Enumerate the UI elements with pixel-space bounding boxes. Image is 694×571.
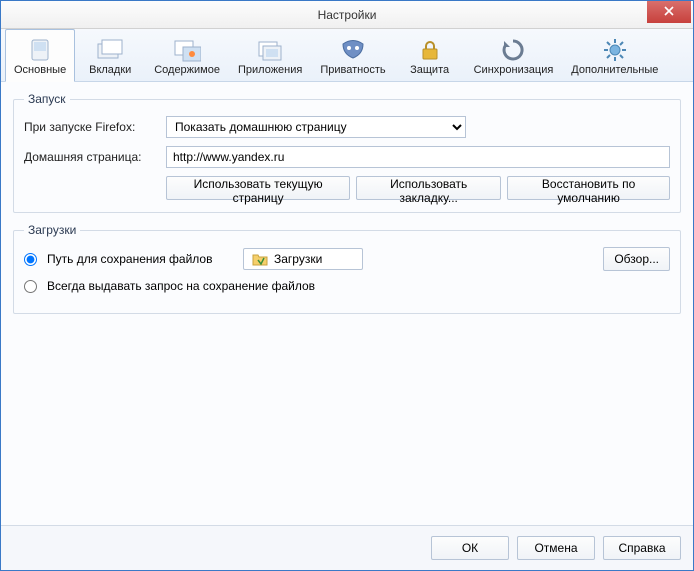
- downloads-legend: Загрузки: [24, 223, 80, 237]
- use-bookmark-button[interactable]: Использовать закладку...: [356, 176, 501, 200]
- always-ask-row: Всегда выдавать запрос на сохранение фай…: [24, 279, 670, 293]
- tab-label: Синхронизация: [474, 64, 554, 76]
- gear-icon: [599, 36, 631, 64]
- always-ask-radio[interactable]: [24, 280, 37, 293]
- tab-strip: Основные Вкладки Содержимое Приложения П…: [1, 29, 693, 82]
- tab-label: Вкладки: [89, 64, 131, 76]
- startup-legend: Запуск: [24, 92, 70, 106]
- startup-group: Запуск При запуске Firefox: Показать дом…: [13, 92, 681, 213]
- tab-label: Дополнительные: [571, 64, 658, 76]
- tab-label: Основные: [14, 64, 66, 76]
- tab-label: Защита: [410, 64, 449, 76]
- downloads-group: Загрузки Путь для сохранения файлов Загр…: [13, 223, 681, 314]
- tab-privacy[interactable]: Приватность: [311, 29, 394, 81]
- homepage-label: Домашняя страница:: [24, 150, 160, 164]
- tab-security[interactable]: Защита: [395, 29, 465, 81]
- restore-default-button[interactable]: Восстановить по умолчанию: [507, 176, 670, 200]
- ok-button[interactable]: ОК: [431, 536, 509, 560]
- startup-mode-row: При запуске Firefox: Показать домашнюю с…: [24, 116, 670, 138]
- tab-advanced[interactable]: Дополнительные: [562, 29, 667, 81]
- homepage-buttons: Использовать текущую страницу Использова…: [166, 176, 670, 200]
- close-button[interactable]: [647, 1, 691, 23]
- startup-mode-select[interactable]: Показать домашнюю страницу: [166, 116, 466, 138]
- tab-sync[interactable]: Синхронизация: [465, 29, 563, 81]
- mask-icon: [337, 36, 369, 64]
- folder-icon: [252, 251, 268, 267]
- homepage-input[interactable]: [166, 146, 670, 168]
- startup-mode-label: При запуске Firefox:: [24, 120, 160, 134]
- tab-content[interactable]: Содержимое: [145, 29, 229, 81]
- tab-general[interactable]: Основные: [5, 29, 75, 82]
- applications-icon: [254, 36, 286, 64]
- save-to-label: Путь для сохранения файлов: [47, 252, 237, 266]
- tab-tabs[interactable]: Вкладки: [75, 29, 145, 81]
- sync-icon: [497, 36, 529, 64]
- window-title: Настройки: [1, 8, 693, 22]
- save-to-row: Путь для сохранения файлов Загрузки Обзо…: [24, 247, 670, 271]
- always-ask-label: Всегда выдавать запрос на сохранение фай…: [47, 279, 315, 293]
- dialog-footer: ОК Отмена Справка: [1, 525, 693, 570]
- tab-label: Приложения: [238, 64, 302, 76]
- general-icon: [24, 36, 56, 64]
- cancel-button[interactable]: Отмена: [517, 536, 595, 560]
- save-to-path: Загрузки: [243, 248, 363, 270]
- save-to-path-text: Загрузки: [274, 252, 322, 266]
- general-panel: Запуск При запуске Firefox: Показать дом…: [1, 82, 693, 525]
- homepage-row: Домашняя страница:: [24, 146, 670, 168]
- browse-button[interactable]: Обзор...: [603, 247, 670, 271]
- tab-applications[interactable]: Приложения: [229, 29, 311, 81]
- help-button[interactable]: Справка: [603, 536, 681, 560]
- lock-icon: [414, 36, 446, 64]
- tab-label: Приватность: [320, 64, 385, 76]
- close-icon: [664, 5, 674, 19]
- use-current-button[interactable]: Использовать текущую страницу: [166, 176, 350, 200]
- tabs-icon: [94, 36, 126, 64]
- tab-label: Содержимое: [154, 64, 220, 76]
- settings-window: Настройки Основные Вкладки Содержимое: [0, 0, 694, 571]
- save-to-radio[interactable]: [24, 253, 37, 266]
- content-icon: [171, 36, 203, 64]
- titlebar: Настройки: [1, 1, 693, 29]
